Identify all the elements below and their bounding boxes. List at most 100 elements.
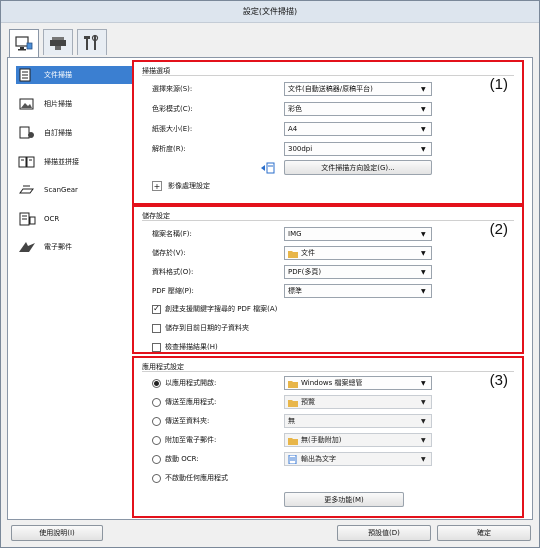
chevron-down-icon: ▼ [421,288,426,295]
color-mode-select[interactable]: 彩色 ▼ [284,102,432,116]
send-to-folder-radio[interactable]: 傳送至資料夾: [152,416,209,426]
section-divider [142,220,514,221]
open-with-select[interactable]: Windows 檔案總管 ▼ [284,376,432,390]
checkbox-label: 創建支援關鍵字搜尋的 PDF 檔案(A) [165,305,278,313]
save-in-select[interactable]: 文件 ▼ [284,246,432,260]
chevron-down-icon: ▼ [421,418,426,425]
select-value: 無(手動附加) [301,436,342,444]
sidebar-item-label: 自訂掃描 [44,129,72,137]
source-select[interactable]: 文件(自動送稿器/原稿平台) ▼ [284,82,432,96]
more-functions-button[interactable]: 更多功能(M) [284,492,404,507]
sidebar-item-stitch[interactable]: 掃描並拼接 [16,153,132,171]
sidebar-item-label: ScanGear [44,186,78,194]
save-in-label: 儲存於(V): [152,249,186,257]
chevron-down-icon: ▼ [421,231,426,238]
select-value: Windows 檔案總管 [301,379,363,387]
color-mode-label: 色彩模式(C): [152,105,193,113]
application-settings-section: 應用程式設定 (3) 以應用程式開啟: Windows 檔案總管 ▼ 傳送至應用… [132,356,524,518]
radio-unselected-icon [152,397,161,407]
data-format-label: 資料格式(O): [152,268,194,276]
sidebar-item-label: 掃描並拼接 [44,158,79,166]
select-value: 無 [288,417,295,425]
pdf-compression-select[interactable]: 標準 ▼ [284,284,432,298]
attach-email-radio[interactable]: 附加至電子郵件: [152,435,216,445]
select-value: 預覽 [301,398,315,406]
checkbox-checked-icon: ✓ [152,304,161,314]
image-processing-toggle[interactable]: + 影像處理設定 [152,181,210,191]
preview-icon [288,398,298,407]
attach-email-select[interactable]: 無(手動附加) ▼ [284,433,432,447]
start-ocr-radio[interactable]: 啟動 OCR: [152,454,199,464]
content-panel: 文件掃描 相片掃描 自訂掃描 掃描並拼接 ScanGear OCR 電子郵件 掃… [7,57,533,520]
section-number: (1) [489,76,508,93]
scangear-icon [16,182,38,198]
chevron-down-icon: ▼ [421,126,426,133]
select-value: 彩色 [288,105,302,113]
paper-size-label: 紙張大小(E): [152,125,193,133]
orientation-icon [260,162,276,176]
sidebar-item-document-scan[interactable]: 文件掃描 [16,66,132,84]
tools-icon [84,34,99,50]
tab-general-settings[interactable] [77,29,107,55]
tab-bar [7,29,533,58]
sidebar-item-label: 電子郵件 [44,243,72,251]
help-button[interactable]: 使用說明(I) [11,525,103,541]
send-to-app-select[interactable]: 預覽 ▼ [284,395,432,409]
file-explorer-icon [288,379,298,388]
data-format-select[interactable]: PDF(多頁) ▼ [284,265,432,279]
checkbox-unchecked-icon [152,342,161,352]
section-divider [142,371,514,372]
image-processing-label: 影像處理設定 [168,182,210,190]
radio-unselected-icon [152,416,161,426]
chevron-down-icon: ▼ [421,250,426,257]
start-ocr-select[interactable]: 輸出為文字 ▼ [284,452,432,466]
sidebar-item-photo-scan[interactable]: 相片掃描 [16,95,132,113]
chevron-down-icon: ▼ [421,399,426,406]
send-to-folder-select[interactable]: 無 ▼ [284,414,432,428]
chevron-down-icon: ▼ [421,269,426,276]
sidebar-item-ocr[interactable]: OCR [16,210,132,228]
radio-label: 不啟動任何應用程式 [165,474,228,482]
no-app-radio[interactable]: 不啟動任何應用程式 [152,473,228,483]
text-output-icon [288,454,298,464]
orientation-settings-button[interactable]: 文件掃描方向設定(G)... [284,160,432,175]
chevron-down-icon: ▼ [421,146,426,153]
resolution-select[interactable]: 300dpi ▼ [284,142,432,156]
email-client-icon [288,436,298,445]
section-divider [142,75,514,76]
ok-button[interactable]: 確定 [437,525,531,541]
settings-window: 設定(文件掃描) 文件掃描 相片掃描 自訂掃描 掃描並拼接 ScanGear O… [0,0,540,548]
pdf-compression-label: PDF 壓縮(P): [152,287,194,295]
scanner-icon [50,36,66,50]
stitch-icon [16,154,38,170]
check-result-checkbox[interactable]: 檢查掃描結果(H) [152,342,218,352]
open-with-radio[interactable]: 以應用程式開啟: [152,378,216,388]
radio-unselected-icon [152,473,161,483]
radio-unselected-icon [152,454,161,464]
searchable-pdf-checkbox[interactable]: ✓ 創建支援關鍵字搜尋的 PDF 檔案(A) [152,304,277,314]
sidebar-item-email[interactable]: 電子郵件 [16,238,132,256]
paper-size-select[interactable]: A4 ▼ [284,122,432,136]
select-value: 輸出為文字 [301,455,336,463]
select-value: IMG [288,230,302,238]
scan-options-section: 掃描選項 (1) 選擇來源(S): 文件(自動送稿器/原稿平台) ▼ 色彩模式(… [132,60,524,205]
sidebar-item-label: 相片掃描 [44,100,72,108]
radio-label: 啟動 OCR: [165,455,199,463]
tab-scan-from-panel[interactable] [43,29,73,55]
filename-select[interactable]: IMG ▼ [284,227,432,241]
select-value: PDF(多頁) [288,268,322,276]
folder-icon [288,249,298,258]
sidebar-item-label: OCR [44,215,60,223]
section-number: (2) [489,221,508,238]
defaults-button[interactable]: 預設值(D) [337,525,431,541]
sidebar-item-custom-scan[interactable]: 自訂掃描 [16,124,132,142]
chevron-down-icon: ▼ [421,106,426,113]
send-to-app-radio[interactable]: 傳送至應用程式: [152,397,216,407]
sidebar-item-label: 文件掃描 [44,71,72,79]
tab-scan-from-computer[interactable] [9,29,39,58]
radio-selected-icon [152,378,161,388]
subfolder-checkbox[interactable]: 儲存到目前日期的子資料夾 [152,323,249,333]
expand-icon: + [152,181,162,191]
sidebar-item-scangear[interactable]: ScanGear [16,181,132,199]
ocr-icon [16,211,38,227]
